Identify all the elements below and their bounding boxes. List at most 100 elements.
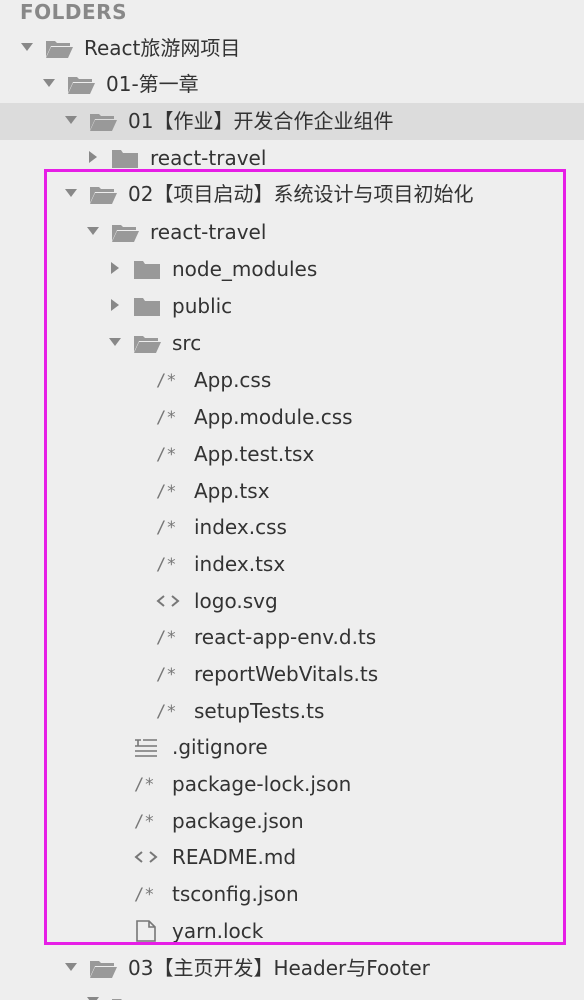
tree-item-yarn-lock[interactable]: yarn.lock (0, 913, 584, 950)
tree-item-label: App.css (194, 368, 272, 392)
folder-open-icon (46, 41, 73, 58)
svg-text:/*: /* (156, 445, 176, 465)
folder-open-icon (90, 961, 117, 978)
tree-item-label: App.module.css (194, 405, 353, 429)
tree-item-label: 02【项目启动】系统设计与项目初始化 (128, 182, 474, 206)
folders-header: FOLDERS (20, 0, 127, 24)
folder-closed-icon (134, 298, 160, 316)
code-comment-icon: /* (156, 518, 176, 538)
tree-item-chapter-01[interactable]: 01-第一章 (0, 66, 584, 103)
markup-brackets-icon (134, 851, 158, 863)
svg-text:/*: /* (156, 371, 176, 391)
svg-text:/*: /* (156, 555, 176, 575)
tree-item-package-json[interactable]: /* package.json (0, 803, 584, 840)
tree-item-label: .gitignore (172, 735, 268, 759)
tree-item-gitignore[interactable]: .gitignore (0, 729, 584, 766)
svg-text:/*: /* (134, 775, 154, 795)
tree-item-app-css[interactable]: /* App.css (0, 362, 584, 399)
svg-text:/*: /* (156, 665, 176, 685)
tree-item-app-tsx[interactable]: /* App.tsx (0, 473, 584, 510)
tree-item-label: index.tsx (194, 552, 286, 576)
tree-item-label: App.tsx (194, 479, 270, 503)
folder-tree-panel: FOLDERS React旅游网项目 01-第一章 01【作业】开发合作企业组件… (0, 0, 584, 1000)
tree-item-project-start-02[interactable]: 02【项目启动】系统设计与项目初始化 (0, 176, 584, 213)
tree-item-label: node_modules (172, 257, 318, 281)
chevron-down-icon[interactable] (86, 224, 100, 238)
tree-item-label: react-app-env.d.ts (194, 625, 377, 649)
tree-item-label: yarn.lock (172, 919, 264, 943)
tree-item-package-lock-json[interactable]: /* package-lock.json (0, 766, 584, 803)
tree-item-label: React旅游网项目 (84, 36, 241, 60)
chevron-right-icon[interactable] (108, 298, 122, 312)
svg-text:/*: /* (134, 885, 154, 905)
tree-item-label: src (172, 331, 202, 355)
tree-item-label: public (172, 294, 233, 318)
text-lines-icon (135, 739, 157, 757)
tree-item-react-app-env[interactable]: /* react-app-env.d.ts (0, 619, 584, 656)
code-comment-icon: /* (156, 702, 176, 722)
tree-item-react-travel[interactable]: react-travel (0, 214, 584, 251)
svg-text:/*: /* (156, 408, 176, 428)
code-comment-icon: /* (156, 555, 176, 575)
tree-item-label: 03【主页开发】Header与Footer (128, 956, 430, 980)
svg-text:/*: /* (156, 702, 176, 722)
tree-item-logo-svg[interactable]: logo.svg (0, 583, 584, 620)
folder-open-icon (90, 114, 117, 131)
code-comment-icon: /* (134, 775, 154, 795)
svg-text:/*: /* (134, 812, 154, 832)
svg-text:/*: /* (156, 482, 176, 502)
tree-item-index-tsx[interactable]: /* index.tsx (0, 546, 584, 583)
chevron-down-icon (87, 997, 99, 1000)
tree-item-label: App.test.tsx (194, 442, 315, 466)
chevron-down-icon[interactable] (108, 335, 122, 349)
chevron-down-icon[interactable] (20, 40, 34, 54)
code-comment-icon: /* (134, 812, 154, 832)
tree-item-label: package-lock.json (172, 772, 352, 796)
tree-item-app-module-css[interactable]: /* App.module.css (0, 399, 584, 436)
chevron-down-icon[interactable] (42, 76, 56, 90)
svg-text:/*: /* (156, 518, 176, 538)
tree-item-tsconfig-json[interactable]: /* tsconfig.json (0, 876, 584, 913)
tree-item-label: 01【作业】开发合作企业组件 (128, 109, 394, 133)
markup-brackets-icon (156, 595, 180, 607)
folder-open-icon (68, 77, 95, 94)
tree-item-homework-01[interactable]: 01【作业】开发合作企业组件 (0, 103, 584, 140)
tree-item-label: index.css (194, 515, 287, 539)
folder-open-icon (112, 225, 139, 242)
code-comment-icon: /* (156, 408, 176, 428)
tree-item-src[interactable]: src (0, 325, 584, 362)
chevron-down-icon[interactable] (64, 113, 78, 127)
tree-item-label: reportWebVitals.ts (194, 662, 379, 686)
folder-closed-icon (134, 261, 160, 279)
chevron-right-icon[interactable] (86, 150, 100, 164)
tree-item-public[interactable]: public (0, 288, 584, 325)
tree-item-setup-tests[interactable]: /* setupTests.ts (0, 693, 584, 730)
folder-open-icon (134, 336, 161, 353)
tree-item-app-test-tsx[interactable]: /* App.test.tsx (0, 436, 584, 473)
tree-item-readme-md[interactable]: README.md (0, 839, 584, 876)
document-icon (136, 920, 156, 942)
tree-item-label: tsconfig.json (172, 882, 299, 906)
code-comment-icon: /* (156, 445, 176, 465)
code-comment-icon: /* (134, 885, 154, 905)
code-comment-icon: /* (156, 665, 176, 685)
tree-item-homepage-03[interactable]: 03【主页开发】Header与Footer (0, 950, 584, 987)
chevron-right-icon[interactable] (108, 261, 122, 275)
tree-item-label: react-travel (150, 220, 267, 244)
tree-item-label: setupTests.ts (194, 699, 325, 723)
tree-item-react-project[interactable]: React旅游网项目 (0, 30, 584, 67)
tree-item-label: README.md (172, 845, 297, 869)
tree-item-label: logo.svg (194, 589, 278, 613)
tree-item-report-web-vitals[interactable]: /* reportWebVitals.ts (0, 656, 584, 693)
tree-item-label: 01-第一章 (106, 72, 199, 96)
tree-item-partial (0, 990, 584, 1000)
code-comment-icon: /* (156, 482, 176, 502)
tree-item-index-css[interactable]: /* index.css (0, 509, 584, 546)
chevron-down-icon[interactable] (64, 960, 78, 974)
tree-item-react-travel-collapsed[interactable]: react-travel (0, 140, 584, 170)
folder-open-icon (112, 999, 122, 1000)
code-comment-icon: /* (156, 371, 176, 391)
chevron-down-icon[interactable] (64, 186, 78, 200)
tree-item-label: package.json (172, 809, 304, 833)
tree-item-node-modules[interactable]: node_modules (0, 251, 584, 288)
